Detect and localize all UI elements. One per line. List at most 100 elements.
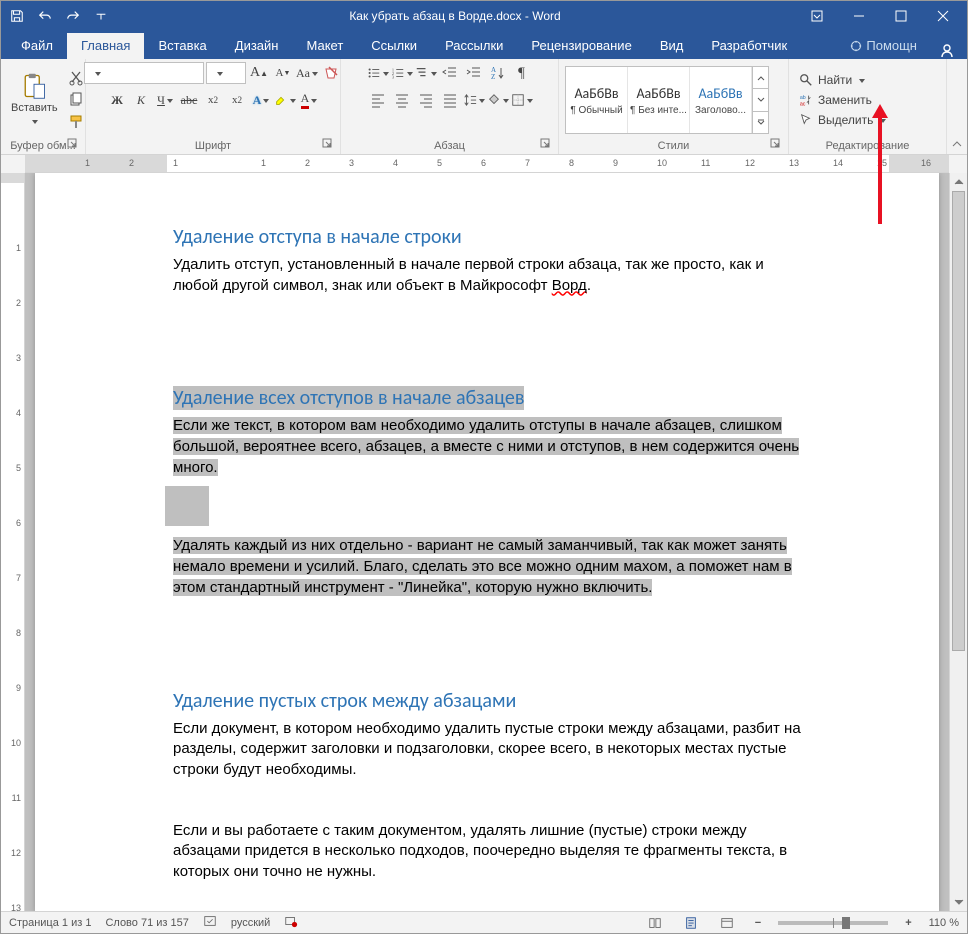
font-name-combo[interactable] <box>84 62 204 84</box>
proofing-icon[interactable] <box>203 914 217 931</box>
tab-layout[interactable]: Макет <box>292 33 357 59</box>
shading-icon[interactable] <box>487 89 509 111</box>
web-layout-icon[interactable] <box>716 914 738 932</box>
editing-label: Редактирование <box>826 140 910 152</box>
italic-icon[interactable]: К <box>130 89 152 111</box>
line-spacing-icon[interactable] <box>463 89 485 111</box>
align-center-icon[interactable] <box>391 89 413 111</box>
scroll-down-icon[interactable] <box>950 893 967 911</box>
tab-home[interactable]: Главная <box>67 33 144 59</box>
horizontal-ruler[interactable]: 12112345678910111213141516 <box>25 155 949 173</box>
paragraph-1: Удалить отступ, установленный в начале п… <box>173 255 801 296</box>
increase-indent-icon[interactable] <box>463 62 485 84</box>
align-left-icon[interactable] <box>367 89 389 111</box>
paste-label: Вставить <box>11 102 58 114</box>
multilevel-list-icon[interactable] <box>415 62 437 84</box>
qat-customize-icon[interactable] <box>89 4 113 28</box>
change-case-icon[interactable]: Aa <box>296 62 318 84</box>
scroll-thumb[interactable] <box>952 191 965 651</box>
tab-references[interactable]: Ссылки <box>357 33 431 59</box>
underline-icon[interactable]: Ч <box>154 89 176 111</box>
close-icon[interactable] <box>923 2 963 30</box>
tab-file[interactable]: Файл <box>7 33 67 59</box>
text-effects-icon[interactable]: A <box>250 89 272 111</box>
decrease-indent-icon[interactable] <box>439 62 461 84</box>
vertical-ruler[interactable]: 12345678910111213 <box>1 173 25 911</box>
style-heading1[interactable]: АаБбВвЗаголово... <box>690 67 752 133</box>
tab-developer[interactable]: Разработчик <box>697 33 801 59</box>
vertical-scrollbar[interactable] <box>949 173 967 911</box>
zoom-level[interactable]: 110 % <box>929 917 959 929</box>
minimize-icon[interactable] <box>839 2 879 30</box>
clear-formatting-icon[interactable] <box>320 62 342 84</box>
strikethrough-icon[interactable]: abc <box>178 89 200 111</box>
zoom-in-button[interactable]: + <box>902 917 914 929</box>
undo-icon[interactable] <box>33 4 57 28</box>
tab-review[interactable]: Рецензирование <box>517 33 645 59</box>
save-icon[interactable] <box>5 4 29 28</box>
font-size-combo[interactable] <box>206 62 246 84</box>
paragraph-5: Если и вы работаете с таким документом, … <box>173 821 801 883</box>
zoom-slider[interactable] <box>778 921 888 925</box>
shrink-font-icon[interactable]: A▼ <box>272 62 294 84</box>
styles-dialog-launcher[interactable] <box>768 138 782 152</box>
sort-icon[interactable]: AZ <box>487 62 509 84</box>
show-marks-icon[interactable]: ¶ <box>511 62 533 84</box>
paragraph-3: Удалять каждый из них отдельно - вариант… <box>173 536 801 598</box>
numbering-icon[interactable]: 123 <box>391 62 413 84</box>
style-normal[interactable]: АаБбВв¶ Обычный <box>566 67 628 133</box>
zoom-out-button[interactable]: − <box>752 917 764 929</box>
font-color-icon[interactable]: A <box>298 89 320 111</box>
document-viewport[interactable]: Удаление отступа в начале строки Удалить… <box>25 173 949 911</box>
status-words[interactable]: Слово 71 из 157 <box>105 917 188 929</box>
copy-icon[interactable] <box>65 91 87 109</box>
find-button[interactable]: Найти <box>795 71 940 89</box>
bullets-icon[interactable] <box>367 62 389 84</box>
maximize-icon[interactable] <box>881 2 921 30</box>
paragraph-dialog-launcher[interactable] <box>538 138 552 152</box>
justify-icon[interactable] <box>439 89 461 111</box>
paragraph-4: Если документ, в котором необходимо удал… <box>173 719 801 781</box>
tab-design[interactable]: Дизайн <box>221 33 293 59</box>
redo-icon[interactable] <box>61 4 85 28</box>
ribbon-options-icon[interactable] <box>797 2 837 30</box>
status-language[interactable]: русский <box>231 917 270 929</box>
scroll-up-icon[interactable] <box>950 173 967 191</box>
tab-insert[interactable]: Вставка <box>144 33 220 59</box>
subscript-icon[interactable]: x2 <box>202 89 224 111</box>
style-no-spacing[interactable]: АаБбВв¶ Без инте... <box>628 67 690 133</box>
highlight-icon[interactable] <box>274 89 296 111</box>
status-page[interactable]: Страница 1 из 1 <box>9 917 91 929</box>
share-icon[interactable] <box>927 43 967 59</box>
print-layout-icon[interactable] <box>680 914 702 932</box>
paste-button[interactable]: Вставить <box>7 70 62 130</box>
zoom-handle[interactable] <box>842 917 850 929</box>
gallery-down-icon[interactable] <box>753 89 768 111</box>
borders-icon[interactable] <box>511 89 533 111</box>
replace-button[interactable]: abacЗаменить <box>795 91 940 109</box>
tell-me[interactable]: Помощн <box>836 33 927 59</box>
tab-view[interactable]: Вид <box>646 33 698 59</box>
svg-text:Z: Z <box>491 73 495 81</box>
svg-text:ab: ab <box>800 95 806 101</box>
bold-icon[interactable]: Ж <box>106 89 128 111</box>
read-mode-icon[interactable] <box>644 914 666 932</box>
selected-blank <box>173 486 801 526</box>
gallery-up-icon[interactable] <box>753 67 768 89</box>
align-right-icon[interactable] <box>415 89 437 111</box>
gallery-more-icon[interactable] <box>753 112 768 133</box>
heading-3: Удаление пустых строк между абзацами <box>173 689 801 713</box>
font-dialog-launcher[interactable] <box>320 138 334 152</box>
tab-mailings[interactable]: Рассылки <box>431 33 517 59</box>
collapse-ribbon-icon[interactable] <box>947 59 967 154</box>
macro-record-icon[interactable] <box>284 914 298 931</box>
superscript-icon[interactable]: x2 <box>226 89 248 111</box>
font-label: Шрифт <box>195 140 231 152</box>
grow-font-icon[interactable]: A▲ <box>248 62 270 84</box>
ribbon-tabs: Файл Главная Вставка Дизайн Макет Ссылки… <box>1 31 967 59</box>
format-painter-icon[interactable] <box>65 113 87 131</box>
select-button[interactable]: Выделить <box>795 111 940 129</box>
svg-text:3: 3 <box>391 74 394 79</box>
clipboard-dialog-launcher[interactable] <box>65 138 79 152</box>
style-gallery[interactable]: АаБбВв¶ Обычный АаБбВв¶ Без инте... АаБб… <box>565 66 769 134</box>
